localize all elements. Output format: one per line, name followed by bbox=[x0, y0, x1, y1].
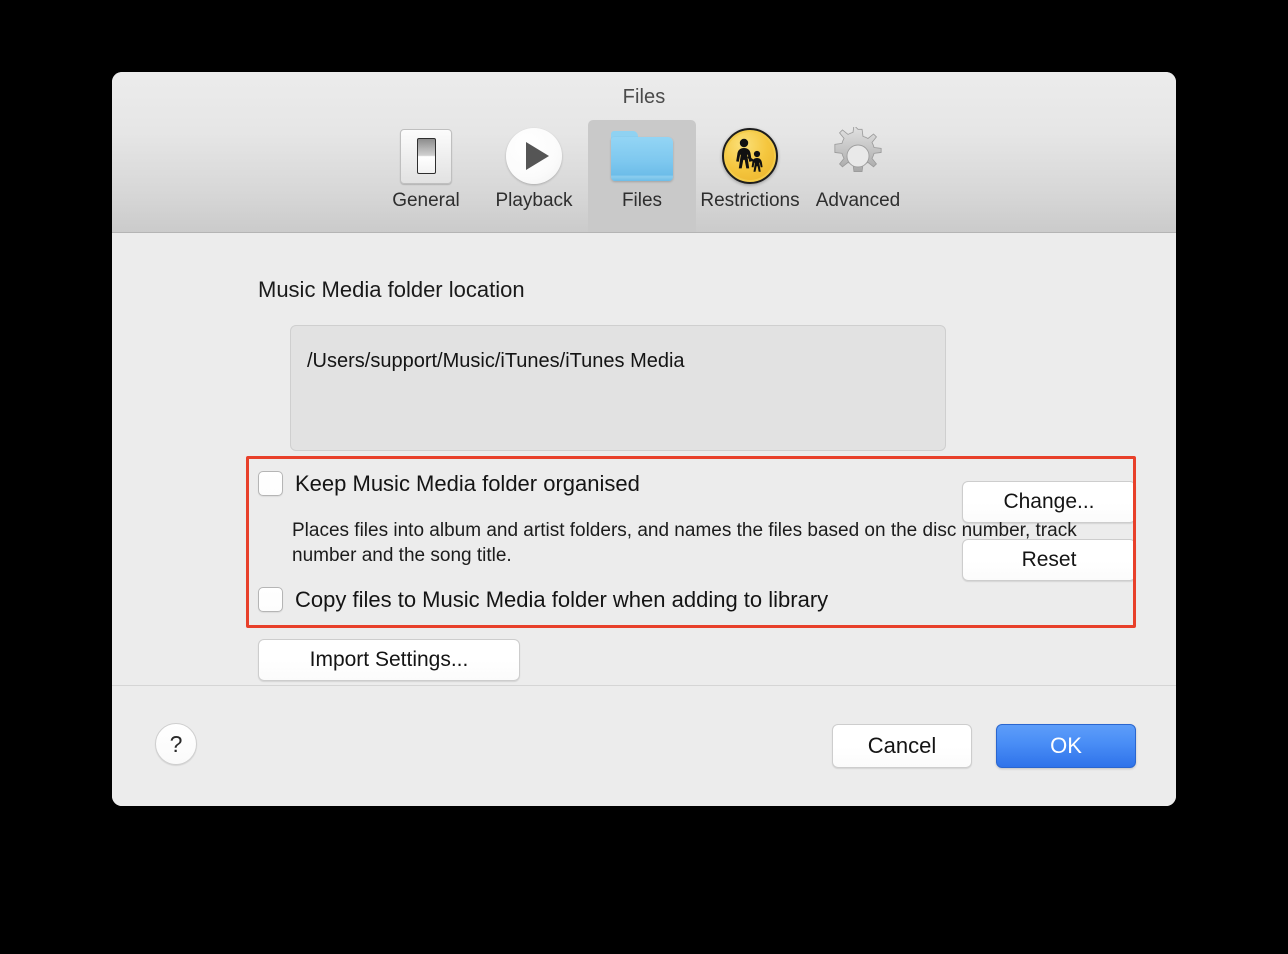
dialog-footer: ? Cancel OK bbox=[112, 685, 1176, 806]
toolbar-item-playback[interactable]: Playback bbox=[480, 120, 588, 232]
window-title: Files bbox=[622, 86, 666, 108]
toolbar-item-advanced-label: Advanced bbox=[815, 190, 901, 211]
keep-organised-row[interactable]: Keep Music Media folder organised bbox=[258, 471, 640, 496]
restrictions-icon bbox=[722, 127, 778, 185]
help-button[interactable]: ? bbox=[155, 723, 197, 765]
titlebar-toolbar: Files General Playback Files Restriction… bbox=[112, 72, 1176, 233]
import-settings-button[interactable]: Import Settings... bbox=[258, 639, 520, 681]
folder-icon bbox=[611, 127, 673, 185]
media-folder-path-field[interactable]: /Users/support/Music/iTunes/iTunes Media bbox=[290, 325, 946, 451]
toolbar-item-advanced[interactable]: Advanced bbox=[804, 120, 912, 232]
section-label: Music Media folder location bbox=[258, 277, 525, 302]
copy-files-checkbox[interactable] bbox=[258, 587, 283, 612]
preferences-window: Files General Playback Files Restriction… bbox=[112, 72, 1176, 806]
keep-organised-checkbox[interactable] bbox=[258, 471, 283, 496]
keep-organised-label: Keep Music Media folder organised bbox=[295, 471, 640, 496]
toolbar-item-general[interactable]: General bbox=[372, 120, 480, 232]
toolbar-item-general-label: General bbox=[392, 190, 460, 211]
toolbar-item-restrictions-label: Restrictions bbox=[700, 190, 800, 211]
gear-icon bbox=[829, 127, 887, 185]
play-icon bbox=[506, 127, 562, 185]
keep-organised-help-text: Places files into album and artist folde… bbox=[292, 520, 1077, 566]
change-button[interactable]: Change... bbox=[962, 481, 1136, 523]
ok-button[interactable]: OK bbox=[996, 724, 1136, 768]
cancel-button[interactable]: Cancel bbox=[832, 724, 972, 768]
content-pane: Music Media folder location /Users/suppo… bbox=[112, 233, 1176, 685]
toolbar-item-restrictions[interactable]: Restrictions bbox=[696, 120, 804, 232]
toolbar-item-files-label: Files bbox=[621, 190, 663, 211]
copy-files-row[interactable]: Copy files to Music Media folder when ad… bbox=[258, 587, 828, 612]
toolbar: General Playback Files Restrictions Adva… bbox=[372, 120, 912, 232]
copy-files-label: Copy files to Music Media folder when ad… bbox=[295, 587, 829, 612]
media-folder-path-value: /Users/support/Music/iTunes/iTunes Media bbox=[307, 350, 685, 372]
toolbar-item-files[interactable]: Files bbox=[588, 120, 696, 232]
switch-icon bbox=[400, 127, 452, 185]
toolbar-item-playback-label: Playback bbox=[495, 190, 573, 211]
